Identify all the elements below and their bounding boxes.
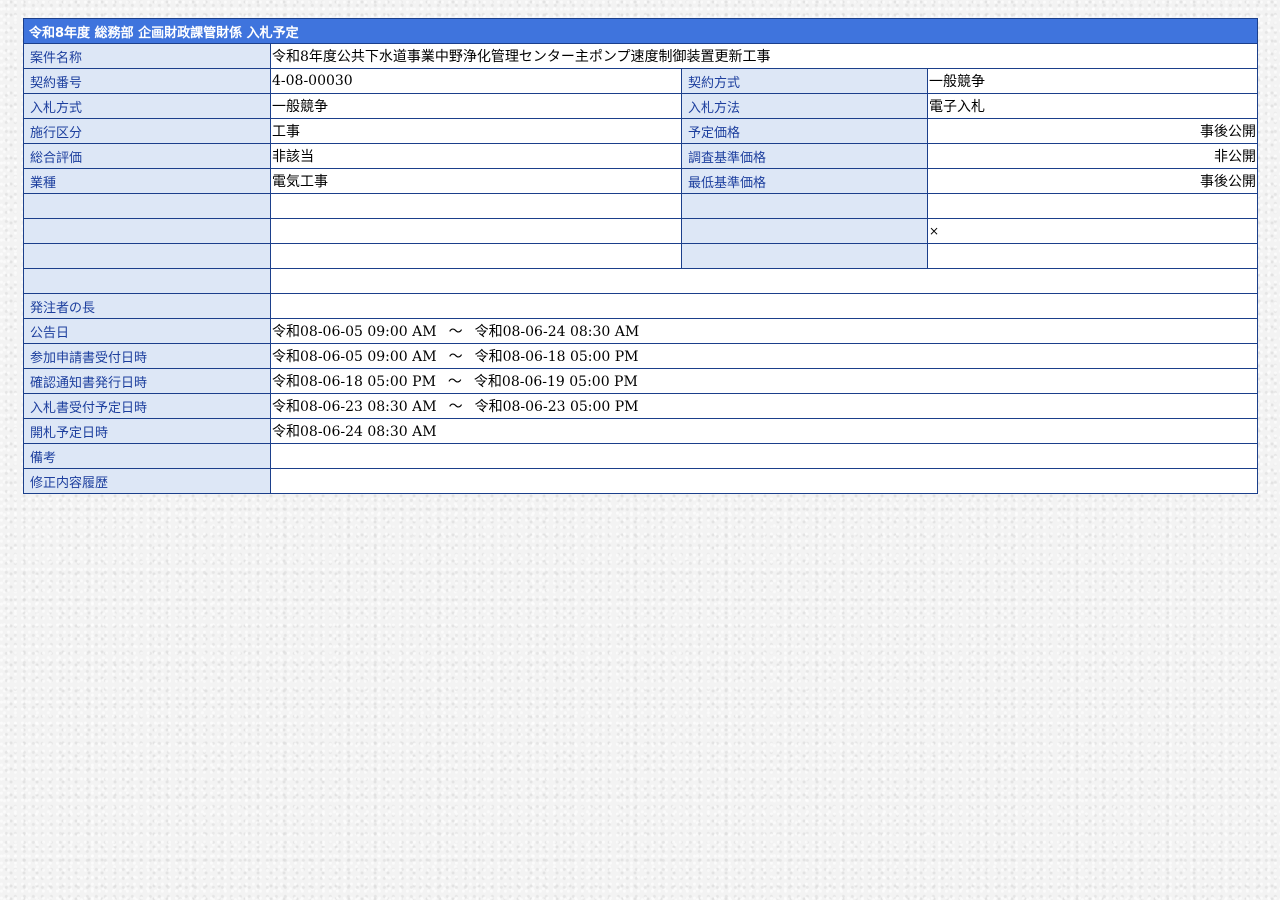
table-title: 令和8年度 総務部 企画財政課管財係 入札予定 — [23, 18, 1258, 44]
orderer-head-value — [270, 293, 1258, 319]
application-value: 令和08-06-05 09:00 AM ～ 令和08-06-18 05:00 PM — [270, 343, 1258, 369]
confirmation-label: 確認通知書発行日時 — [23, 368, 271, 394]
confirmation-start: 令和08-06-18 05:00 PM — [272, 374, 436, 390]
empty-label — [681, 218, 928, 244]
empty-label — [23, 243, 271, 269]
remarks-label: 備考 — [23, 443, 271, 469]
survey-base-price-value: 非公開 — [927, 143, 1258, 169]
application-start: 令和08-06-05 09:00 AM — [272, 349, 437, 365]
bid-receipt-end: 令和08-06-23 05:00 PM — [474, 399, 639, 415]
table-row — [23, 268, 1258, 294]
empty-label — [681, 193, 928, 219]
confirmation-end: 令和08-06-19 05:00 PM — [473, 374, 638, 390]
contract-method-value: 一般競争 — [927, 68, 1258, 94]
contract-no-label: 契約番号 — [23, 68, 271, 94]
empty-value — [927, 243, 1258, 269]
industry-value: 電気工事 — [270, 168, 682, 194]
table-row: 確認通知書発行日時 令和08-06-18 05:00 PM ～ 令和08-06-19… — [23, 368, 1258, 394]
bid-type-label: 入札方式 — [23, 93, 271, 119]
empty-label — [23, 268, 271, 294]
empty-value — [270, 268, 1258, 294]
planned-price-label: 予定価格 — [681, 118, 928, 144]
table-row — [23, 193, 1258, 219]
table-row: 備考 — [23, 443, 1258, 469]
table-row: × — [23, 218, 1258, 244]
category-value: 工事 — [270, 118, 682, 144]
planned-price-value: 事後公開 — [927, 118, 1258, 144]
comprehensive-eval-value: 非該当 — [270, 143, 682, 169]
project-name-label: 案件名称 — [23, 43, 271, 69]
table-row: 入札方式 一般競争 入札方法 電子入札 — [23, 93, 1258, 119]
bid-receipt-label: 入札書受付予定日時 — [23, 393, 271, 419]
range-separator: ～ — [448, 399, 463, 415]
announce-end: 令和08-06-24 08:30 AM — [474, 324, 640, 340]
bid-method-value: 電子入札 — [927, 93, 1258, 119]
announce-start: 令和08-06-05 09:00 AM — [272, 324, 437, 340]
empty-label — [681, 243, 928, 269]
confirmation-value: 令和08-06-18 05:00 PM ～ 令和08-06-19 05:00 PM — [270, 368, 1258, 394]
orderer-head-label: 発注者の長 — [23, 293, 271, 319]
application-end: 令和08-06-18 05:00 PM — [474, 349, 639, 365]
empty-value — [270, 193, 682, 219]
industry-label: 業種 — [23, 168, 271, 194]
table-row: 総合評価 非該当 調査基準価格 非公開 — [23, 143, 1258, 169]
table-row — [23, 243, 1258, 269]
empty-label — [23, 193, 271, 219]
min-base-price-value: 事後公開 — [927, 168, 1258, 194]
cross-mark-value: × — [927, 218, 1258, 244]
table-row: 修正内容履歴 — [23, 468, 1258, 494]
application-label: 参加申請書受付日時 — [23, 343, 271, 369]
revision-history-label: 修正内容履歴 — [23, 468, 271, 494]
project-name-value: 令和8年度公共下水道事業中野浄化管理センター主ポンプ速度制御装置更新工事 — [270, 43, 1258, 69]
table-row: 開札予定日時 令和08-06-24 08:30 AM — [23, 418, 1258, 444]
contract-no-value: 4-08-00030 — [270, 68, 682, 94]
contract-method-label: 契約方式 — [681, 68, 928, 94]
table-row: 参加申請書受付日時 令和08-06-05 09:00 AM ～ 令和08-06-18… — [23, 343, 1258, 369]
empty-value — [270, 218, 682, 244]
table-row: 公告日 令和08-06-05 09:00 AM ～ 令和08-06-24 08:30… — [23, 318, 1258, 344]
range-separator: ～ — [448, 349, 463, 365]
announce-value: 令和08-06-05 09:00 AM ～ 令和08-06-24 08:30 AM — [270, 318, 1258, 344]
survey-base-price-label: 調査基準価格 — [681, 143, 928, 169]
remarks-value — [270, 443, 1258, 469]
opening-label: 開札予定日時 — [23, 418, 271, 444]
bid-type-value: 一般競争 — [270, 93, 682, 119]
revision-history-value — [270, 468, 1258, 494]
table-row: 案件名称 令和8年度公共下水道事業中野浄化管理センター主ポンプ速度制御装置更新工… — [23, 43, 1258, 69]
bid-method-label: 入札方法 — [681, 93, 928, 119]
table-row: 入札書受付予定日時 令和08-06-23 08:30 AM ～令和08-06-23… — [23, 393, 1258, 419]
announce-label: 公告日 — [23, 318, 271, 344]
empty-value — [927, 193, 1258, 219]
table-row: 業種 電気工事 最低基準価格 事後公開 — [23, 168, 1258, 194]
table-row: 契約番号 4-08-00030 契約方式 一般競争 — [23, 68, 1258, 94]
empty-value — [270, 243, 682, 269]
min-base-price-label: 最低基準価格 — [681, 168, 928, 194]
range-separator: ～ — [448, 324, 463, 340]
bid-receipt-start: 令和08-06-23 08:30 AM — [272, 399, 437, 415]
bid-info-table: 令和8年度 総務部 企画財政課管財係 入札予定 案件名称 令和8年度公共下水道事… — [23, 18, 1258, 494]
table-row: 発注者の長 — [23, 293, 1258, 319]
title-row: 令和8年度 総務部 企画財政課管財係 入札予定 — [23, 18, 1258, 44]
opening-value: 令和08-06-24 08:30 AM — [270, 418, 1258, 444]
category-label: 施行区分 — [23, 118, 271, 144]
bid-receipt-value: 令和08-06-23 08:30 AM ～ 令和08-06-23 05:00 PM — [270, 393, 1258, 419]
table-row: 施行区分 工事 予定価格 事後公開 — [23, 118, 1258, 144]
empty-label — [23, 218, 271, 244]
range-separator: ～ — [447, 374, 462, 390]
comprehensive-eval-label: 総合評価 — [23, 143, 271, 169]
